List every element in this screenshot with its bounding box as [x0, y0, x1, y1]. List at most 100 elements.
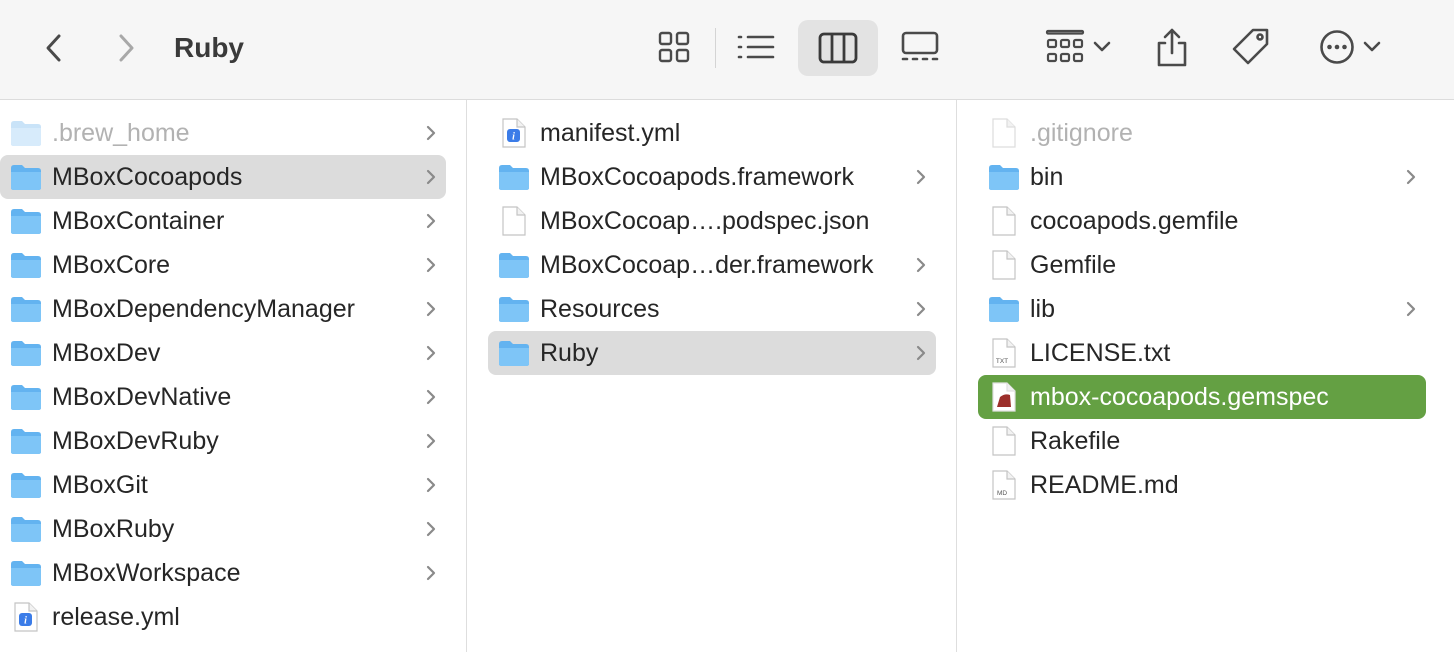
list-item-label: MBoxGit	[52, 471, 148, 499]
list-item[interactable]: MBoxWorkspace	[0, 551, 446, 595]
gallery-view-button[interactable]	[894, 22, 946, 72]
list-item[interactable]: lib	[978, 287, 1426, 331]
chevron-right-icon	[914, 255, 928, 275]
list-item[interactable]: .gitignore	[978, 111, 1426, 155]
list-item[interactable]: TXT LICENSE.txt	[978, 331, 1426, 375]
list-item[interactable]: cocoapods.gemfile	[978, 199, 1426, 243]
text-file-icon: TXT	[988, 338, 1020, 368]
list-item[interactable]: MBoxCocoap…der.framework	[488, 243, 936, 287]
list-item[interactable]: i manifest.yml	[488, 111, 936, 155]
list-item[interactable]: mbox-cocoapods.gemspec	[978, 375, 1426, 419]
chevron-right-icon	[424, 343, 438, 363]
list-item[interactable]: MBoxCocoapods	[0, 155, 446, 199]
list-item-label: bin	[1030, 163, 1064, 191]
share-button[interactable]	[1148, 20, 1196, 74]
list-item-label: MBoxDevRuby	[52, 427, 219, 455]
folder-icon	[10, 338, 42, 368]
list-item[interactable]: MBoxDevNative	[0, 375, 446, 419]
folder-icon	[498, 338, 530, 368]
list-item[interactable]: Gemfile	[978, 243, 1426, 287]
chevron-right-icon	[1404, 299, 1418, 319]
ellipsis-circle-icon	[1320, 30, 1354, 64]
list-item-label: Gemfile	[1030, 251, 1117, 279]
folder-icon	[988, 162, 1020, 192]
grid-icon	[658, 31, 690, 63]
ruby-file-icon	[988, 382, 1020, 412]
document-icon	[988, 118, 1020, 148]
column-view-button[interactable]	[798, 20, 878, 76]
icon-view-button[interactable]	[650, 22, 698, 72]
folder-icon	[10, 470, 42, 500]
list-item[interactable]: MBoxDevRuby	[0, 419, 446, 463]
list-item-label: MBoxCore	[52, 251, 171, 279]
list-item[interactable]: MBoxCocoapods.framework	[488, 155, 936, 199]
list-item[interactable]: Resources	[488, 287, 936, 331]
svg-text:i: i	[512, 132, 515, 143]
list-item[interactable]: MBoxCore	[0, 243, 446, 287]
list-item[interactable]: MBoxDev	[0, 331, 446, 375]
more-actions-button[interactable]	[1310, 22, 1390, 72]
folder-icon	[10, 162, 42, 192]
columns-icon	[818, 32, 858, 64]
list-item-label: .gitignore	[1030, 119, 1133, 147]
chevron-right-icon	[1404, 167, 1418, 187]
list-item-label: MBoxCocoap….podspec.json	[540, 207, 870, 235]
chevron-right-icon	[424, 387, 438, 407]
list-item[interactable]: Ruby	[488, 331, 936, 375]
group-icon	[1045, 29, 1085, 63]
list-item-label: cocoapods.gemfile	[1030, 207, 1239, 235]
file-type-tag: MD	[997, 490, 1007, 497]
back-button[interactable]	[34, 26, 74, 70]
list-item[interactable]: MBoxContainer	[0, 199, 446, 243]
list-item[interactable]: .brew_home	[0, 111, 446, 155]
list-item-label: MBoxDevNative	[52, 383, 232, 411]
list-item-label: MBoxWorkspace	[52, 559, 241, 587]
document-icon	[988, 250, 1020, 280]
file-type-tag: TXT	[996, 358, 1008, 365]
list-view-button[interactable]	[730, 22, 782, 72]
forward-button[interactable]	[106, 26, 146, 70]
list-item[interactable]: bin	[978, 155, 1426, 199]
list-icon	[737, 35, 775, 59]
group-by-button[interactable]	[1036, 22, 1120, 72]
chevron-right-icon	[914, 167, 928, 187]
chevron-right-icon	[424, 519, 438, 539]
chevron-right-icon	[424, 431, 438, 451]
toolbar: Ruby	[0, 0, 1454, 100]
list-item-label: mbox-cocoapods.gemspec	[1030, 383, 1329, 411]
list-item[interactable]: Rakefile	[978, 419, 1426, 463]
document-icon	[988, 206, 1020, 236]
list-item[interactable]: MD README.md	[978, 463, 1426, 507]
chevron-down-icon	[1093, 41, 1111, 52]
list-item[interactable]: i release.yml	[0, 595, 446, 639]
tags-button[interactable]	[1226, 22, 1276, 72]
svg-text:i: i	[24, 616, 27, 627]
tag-icon	[1232, 28, 1269, 65]
document-icon	[498, 206, 530, 236]
column-2: i manifest.yml MBoxCocoapods.framework MBox…	[467, 100, 957, 652]
list-item-label: MBoxCocoap…der.framework	[540, 251, 874, 279]
gallery-icon	[901, 31, 939, 61]
list-item[interactable]: MBoxDependencyManager	[0, 287, 446, 331]
list-item-label: README.md	[1030, 471, 1179, 499]
folder-icon	[10, 250, 42, 280]
list-item[interactable]: MBoxCocoap….podspec.json	[488, 199, 936, 243]
folder-icon	[10, 558, 42, 588]
list-item-label: .brew_home	[52, 119, 190, 147]
list-item-label: Ruby	[540, 339, 599, 367]
chevron-right-icon	[424, 123, 438, 143]
chevron-right-icon	[119, 34, 134, 62]
chevron-right-icon	[424, 211, 438, 231]
chevron-right-icon	[424, 563, 438, 583]
folder-icon	[498, 250, 530, 280]
list-item[interactable]: MBoxRuby	[0, 507, 446, 551]
text-file-icon: MD	[988, 470, 1020, 500]
folder-icon	[10, 206, 42, 236]
chevron-right-icon	[424, 255, 438, 275]
list-item-label: lib	[1030, 295, 1056, 323]
chevron-right-icon	[914, 299, 928, 319]
list-item-label: MBoxDependencyManager	[52, 295, 355, 323]
folder-icon	[10, 514, 42, 544]
list-item[interactable]: MBoxGit	[0, 463, 446, 507]
chevron-right-icon	[424, 475, 438, 495]
